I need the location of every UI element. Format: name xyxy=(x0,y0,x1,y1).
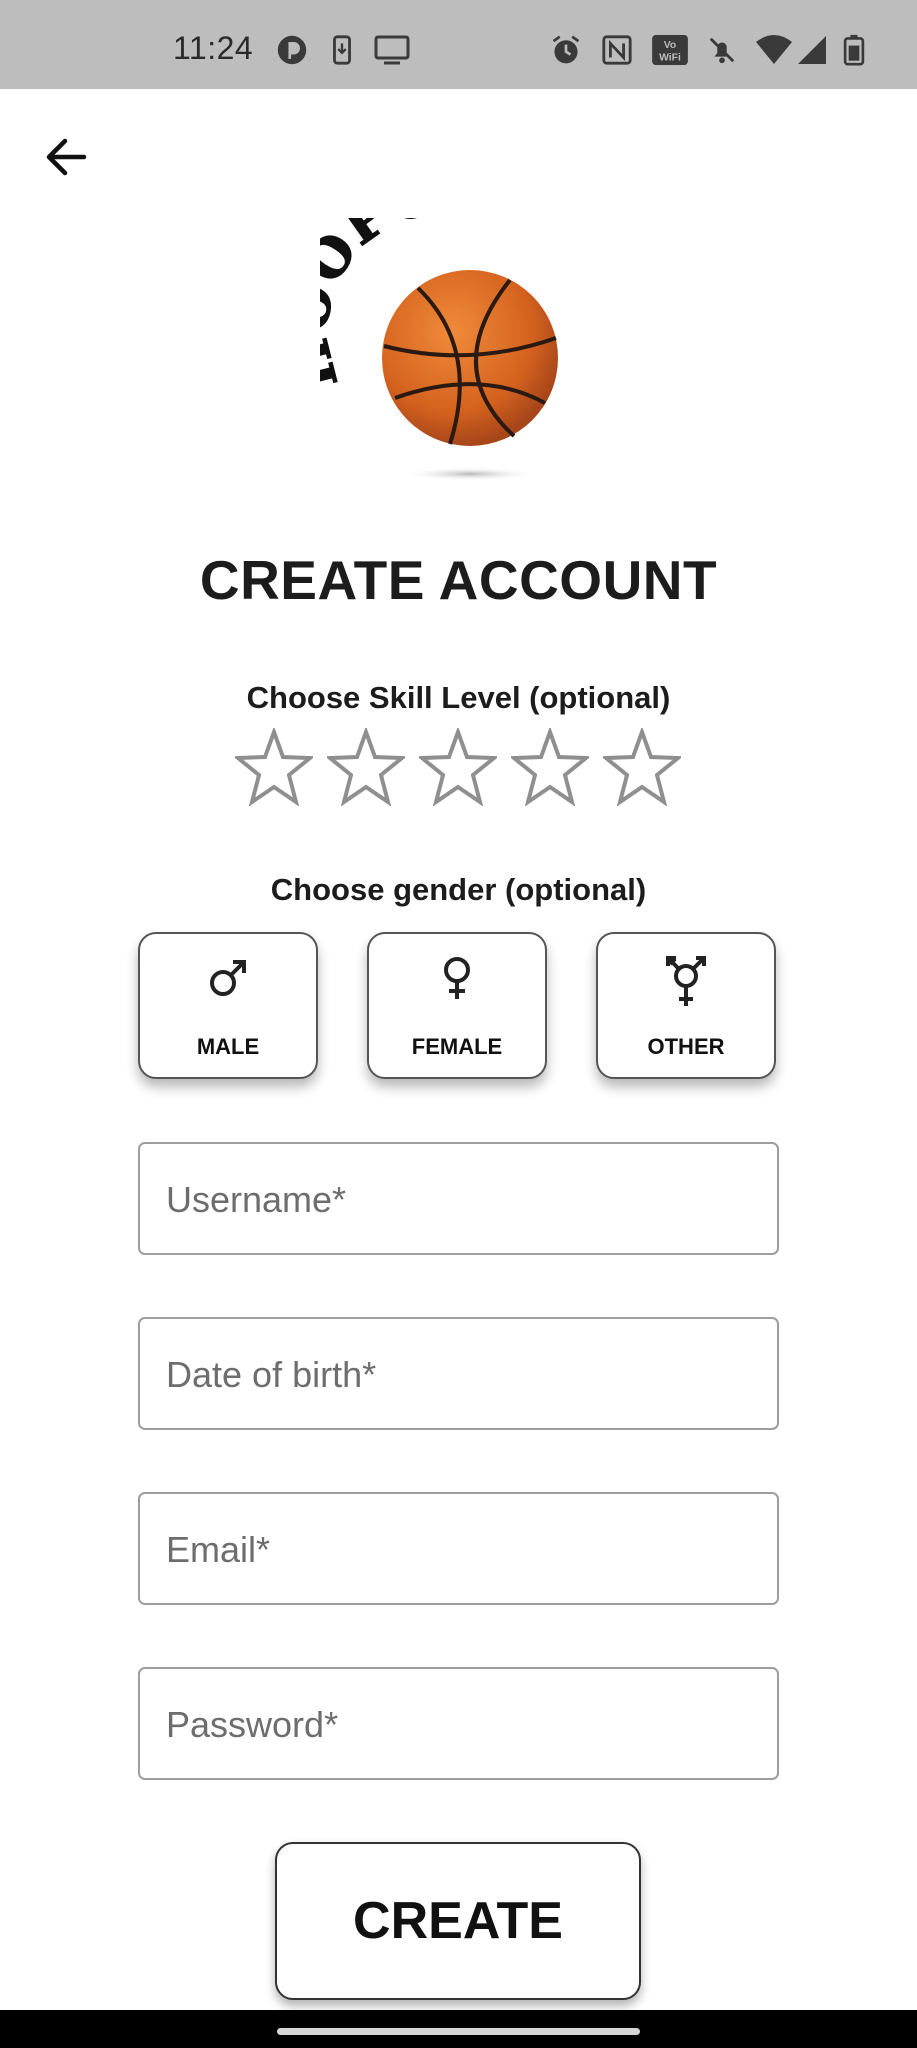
svg-text:WiFi: WiFi xyxy=(659,52,681,63)
status-bar: 11:24 Vo WiFi xyxy=(0,0,917,89)
star-icon[interactable] xyxy=(419,728,497,806)
status-time: 11:24 xyxy=(173,30,254,66)
create-button[interactable]: CREATE xyxy=(275,1842,641,2000)
cellular-signal-icon xyxy=(798,36,826,64)
username-input[interactable] xyxy=(164,1144,758,1255)
hoopup-logo: HOOPUP xyxy=(320,218,558,481)
skill-star-rating xyxy=(235,728,685,806)
gender-female-label: FEMALE xyxy=(411,1034,503,1059)
password-input[interactable] xyxy=(164,1669,758,1780)
username-field xyxy=(138,1142,779,1255)
date-of-birth-input[interactable] xyxy=(164,1319,758,1430)
email-input[interactable] xyxy=(164,1494,758,1605)
gender-male-button[interactable]: MALE xyxy=(138,932,318,1079)
download-icon xyxy=(333,35,351,65)
battery-icon xyxy=(843,34,865,66)
page-title: CREATE ACCOUNT xyxy=(199,549,718,611)
star-icon[interactable] xyxy=(511,728,589,806)
gender-female-button[interactable]: FEMALE xyxy=(367,932,547,1079)
star-icon[interactable] xyxy=(235,728,313,806)
email-field xyxy=(138,1492,779,1605)
app-badge-icon xyxy=(277,35,307,65)
password-field xyxy=(138,1667,779,1780)
star-icon[interactable] xyxy=(327,728,405,806)
gender-other-label: OTHER xyxy=(647,1034,725,1059)
gender-male-label: MALE xyxy=(196,1034,260,1059)
skill-level-label: Choose Skill Level (optional) xyxy=(246,680,671,715)
home-gesture-handle[interactable] xyxy=(277,2028,640,2035)
mute-icon xyxy=(709,37,735,64)
wifi-icon xyxy=(756,35,792,64)
svg-text:Vo: Vo xyxy=(664,40,676,51)
transgender-symbol-icon xyxy=(666,956,706,1006)
gender-other-button[interactable]: OTHER xyxy=(596,932,776,1079)
vowifi-icon: Vo WiFi xyxy=(652,34,688,66)
dob-field xyxy=(138,1317,779,1430)
navigation-bar xyxy=(0,2010,917,2048)
female-symbol-icon xyxy=(444,957,470,999)
cast-icon xyxy=(374,35,410,65)
star-icon[interactable] xyxy=(603,728,681,806)
arrow-left-icon[interactable] xyxy=(40,130,96,186)
nfc-icon xyxy=(602,35,632,65)
male-symbol-icon xyxy=(210,960,246,996)
gender-label: Choose gender (optional) xyxy=(270,872,647,907)
alarm-icon xyxy=(552,35,580,64)
